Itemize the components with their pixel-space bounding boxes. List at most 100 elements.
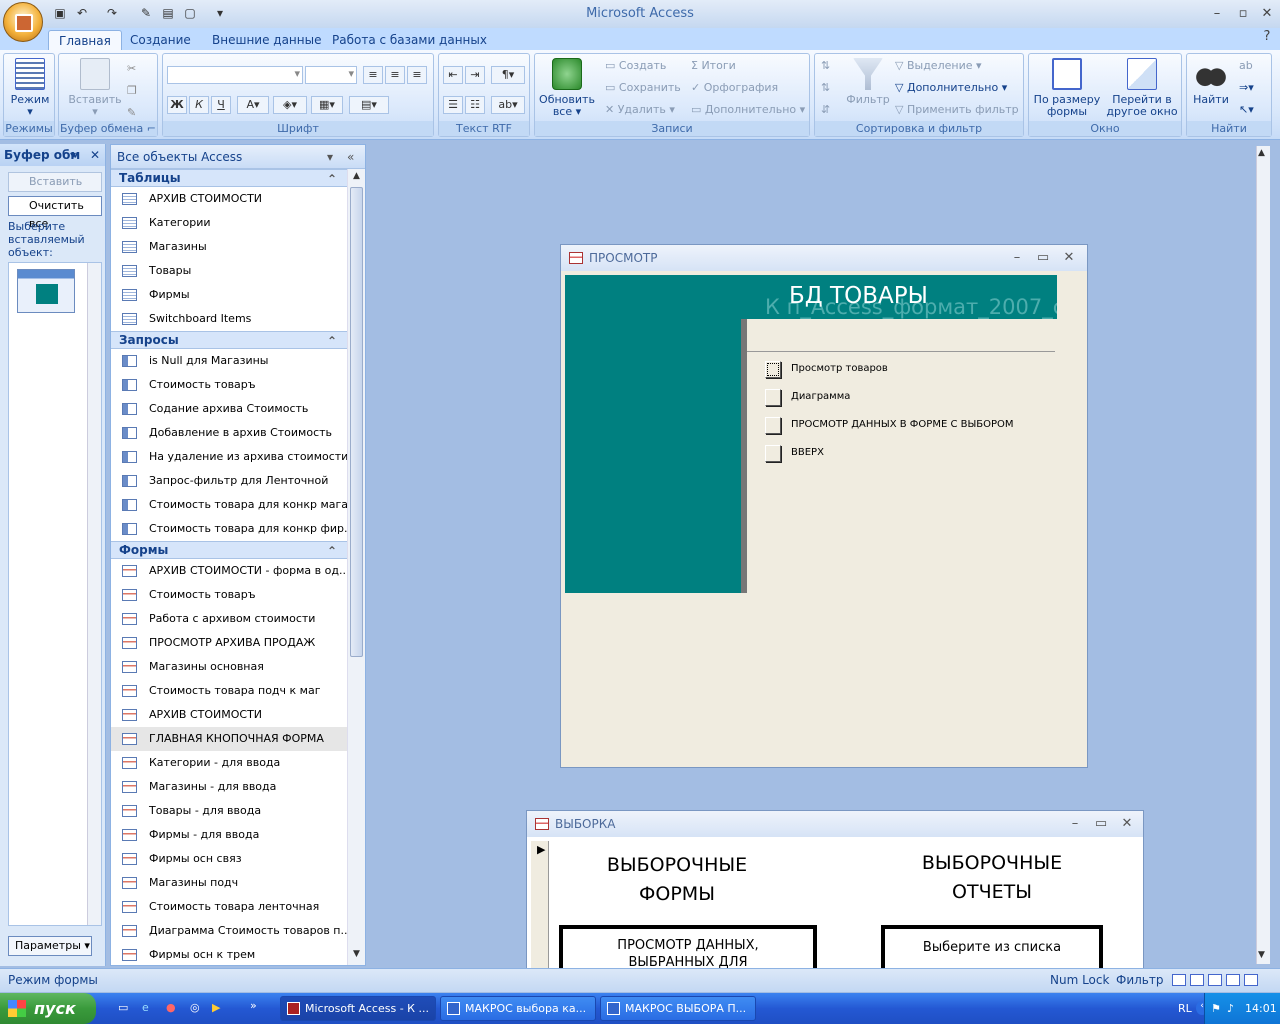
nav-item-form[interactable]: ПРОСМОТР АРХИВА ПРОДАЖ <box>111 631 347 655</box>
tab-home[interactable]: Главная <box>48 30 122 50</box>
switchboard-button[interactable] <box>765 417 781 434</box>
underline-button[interactable]: Ч <box>211 96 231 114</box>
clipboard-item-thumbnail[interactable] <box>17 269 75 313</box>
scroll-down-icon[interactable]: ▼ <box>350 949 363 963</box>
close-icon[interactable]: ✕ <box>1057 245 1081 271</box>
selection-button[interactable]: ▽ Выделение ▾ <box>895 57 982 75</box>
italic-button[interactable]: К <box>189 96 209 114</box>
nav-item-form[interactable]: Фирмы - для ввода <box>111 823 347 847</box>
layout-view-icon[interactable] <box>1226 974 1240 986</box>
font-color-icon[interactable]: A▾ <box>237 96 269 114</box>
tab-database-tools[interactable]: Работа с базами данных <box>322 30 497 50</box>
nav-item-table[interactable]: Фирмы <box>111 283 347 307</box>
print-preview-icon[interactable]: ▢ <box>182 5 198 21</box>
nav-section-query[interactable]: Запросы ⌃ <box>111 331 347 349</box>
task-word-2[interactable]: МАКРОС ВЫБОРА П... <box>600 996 756 1021</box>
nav-item-form[interactable]: Стоимость товара подч к маг <box>111 679 347 703</box>
highlight-icon[interactable]: ab▾ <box>491 96 525 114</box>
quicklaunch-icon[interactable]: ◎ <box>190 1001 200 1014</box>
minimize-icon[interactable]: – <box>1206 5 1228 23</box>
design-view-icon[interactable] <box>1244 974 1258 986</box>
nav-item-form[interactable]: Магазины подч <box>111 871 347 895</box>
shutter-bar-icon[interactable]: « <box>347 145 354 169</box>
left-box[interactable]: ПРОСМОТР ДАННЫХ, ВЫБРАННЫХ ДЛЯ <box>559 925 817 971</box>
nav-scroll-thumb[interactable] <box>350 187 363 657</box>
align-right-icon[interactable]: ≡ <box>407 66 427 84</box>
close-icon[interactable]: ✕ <box>1115 811 1139 837</box>
pane-menu-icon[interactable]: ▾ <box>70 144 76 166</box>
sort-asc-icon[interactable]: ⇅ <box>821 57 830 75</box>
volume-icon[interactable]: ♪ <box>1227 993 1234 1024</box>
help-icon[interactable]: ? <box>1256 28 1278 46</box>
undo-icon[interactable]: ↶ <box>74 5 90 21</box>
nav-pane-header[interactable]: Все объекты Access ▾ « <box>111 145 365 169</box>
switchboard-button[interactable] <box>765 361 781 378</box>
nav-item-form[interactable]: Стоимость товаръ <box>111 583 347 607</box>
task-access[interactable]: Microsoft Access - К ... <box>280 996 436 1021</box>
cut-icon[interactable]: ✂ <box>127 60 136 78</box>
nav-item-form[interactable]: Стоимость товара ленточная <box>111 895 347 919</box>
collapse-icon[interactable]: ⌃ <box>327 171 337 187</box>
nav-item-form[interactable]: Фирмы осн к трем <box>111 943 347 965</box>
totals-button[interactable]: Σ Итоги <box>691 57 736 75</box>
nav-item-form[interactable]: Диаграмма Стоимость товаров п... <box>111 919 347 943</box>
bold-button[interactable]: Ж <box>167 96 187 114</box>
window-title-bar[interactable]: ПРОСМОТР – ▭ ✕ <box>561 245 1087 271</box>
paste-button[interactable]: Вставить ▾ <box>65 58 125 118</box>
advanced-filter-button[interactable]: ▽ Дополнительно ▾ <box>895 79 1007 97</box>
pane-close-icon[interactable]: ✕ <box>90 144 100 166</box>
maximize-icon[interactable]: ▭ <box>1089 811 1113 837</box>
apply-filter-button[interactable]: ▽ Применить фильтр <box>895 101 1019 119</box>
window-title-bar[interactable]: ВЫБОРКА – ▭ ✕ <box>527 811 1143 837</box>
fill-color-icon[interactable]: ◈▾ <box>273 96 307 114</box>
nav-item-form[interactable]: ГЛАВНАЯ КНОПОЧНАЯ ФОРМА <box>111 727 347 751</box>
right-box[interactable]: Выберите из списка <box>881 925 1103 971</box>
office-button[interactable] <box>3 2 43 42</box>
nav-item-form[interactable]: Фирмы осн связ <box>111 847 347 871</box>
nav-item-query[interactable]: Содание архива Стоимость <box>111 397 347 421</box>
clipboard-scrollbar[interactable] <box>87 263 101 925</box>
maximize-icon[interactable]: ▭ <box>1031 245 1055 271</box>
align-left-icon[interactable]: ≡ <box>363 66 383 84</box>
show-desktop-icon[interactable]: ▭ <box>118 1001 128 1014</box>
open-icon[interactable]: ▤ <box>160 5 176 21</box>
nav-item-form[interactable]: АРХИВ СТОИМОСТИ - форма в од... <box>111 559 347 583</box>
start-button[interactable]: пуск <box>0 993 96 1024</box>
goto-icon[interactable]: ⇒▾ <box>1239 79 1254 97</box>
nav-item-query[interactable]: Стоимость товара для конкр мага... <box>111 493 347 517</box>
nav-section-form[interactable]: Формы ⌃ <box>111 541 347 559</box>
nav-item-form[interactable]: АРХИВ СТОИМОСТИ <box>111 703 347 727</box>
nav-item-form[interactable]: Работа с архивом стоимости <box>111 607 347 631</box>
decrease-indent-icon[interactable]: ⇤ <box>443 66 463 84</box>
clear-sort-icon[interactable]: ⇵ <box>821 101 830 119</box>
refresh-all-button[interactable]: Обновить все ▾ <box>537 58 597 118</box>
nav-section-table[interactable]: Таблицы ⌃ <box>111 169 347 187</box>
nav-item-query[interactable]: Стоимость товара для конкр фир... <box>111 517 347 541</box>
nav-item-table[interactable]: Категории <box>111 211 347 235</box>
nav-item-query[interactable]: Добавление в архив Стоимость <box>111 421 347 445</box>
select-icon[interactable]: ↖▾ <box>1239 101 1254 119</box>
redo-icon[interactable]: ↷ <box>104 5 120 21</box>
paste-all-button[interactable]: Вставить все <box>8 172 102 206</box>
tab-external-data[interactable]: Внешние данные <box>202 30 331 50</box>
paragraph-icon[interactable]: ¶▾ <box>491 66 525 84</box>
minimize-icon[interactable]: – <box>1005 245 1029 271</box>
collapse-icon[interactable]: ⌃ <box>327 333 337 349</box>
clear-all-button[interactable]: Очистить все <box>8 196 102 230</box>
create-record-button[interactable]: ▭ Создать <box>605 57 666 75</box>
view-button[interactable]: Режим ▾ <box>7 58 53 118</box>
nav-item-table[interactable]: АРХИВ СТОИМОСТИ <box>111 187 347 211</box>
spelling-button[interactable]: ✓ Орфография <box>691 79 778 97</box>
media-icon[interactable]: ▶ <box>212 1001 220 1014</box>
nav-item-query[interactable]: is Null для Магазины <box>111 349 347 373</box>
replace-icon[interactable]: ab <box>1239 57 1253 75</box>
nav-item-query[interactable]: На удаление из архива стоимости <box>111 445 347 469</box>
copy-icon[interactable]: ❐ <box>127 82 137 100</box>
sort-desc-icon[interactable]: ⇅ <box>821 79 830 97</box>
bullets-icon[interactable]: ☰ <box>443 96 463 114</box>
record-selector[interactable]: ▶ <box>531 841 549 971</box>
tab-create[interactable]: Создание <box>120 30 201 50</box>
opera-icon[interactable]: ● <box>166 1001 176 1014</box>
nav-item-form[interactable]: Магазины - для ввода <box>111 775 347 799</box>
font-name-combo[interactable]: ▾ <box>167 66 303 84</box>
